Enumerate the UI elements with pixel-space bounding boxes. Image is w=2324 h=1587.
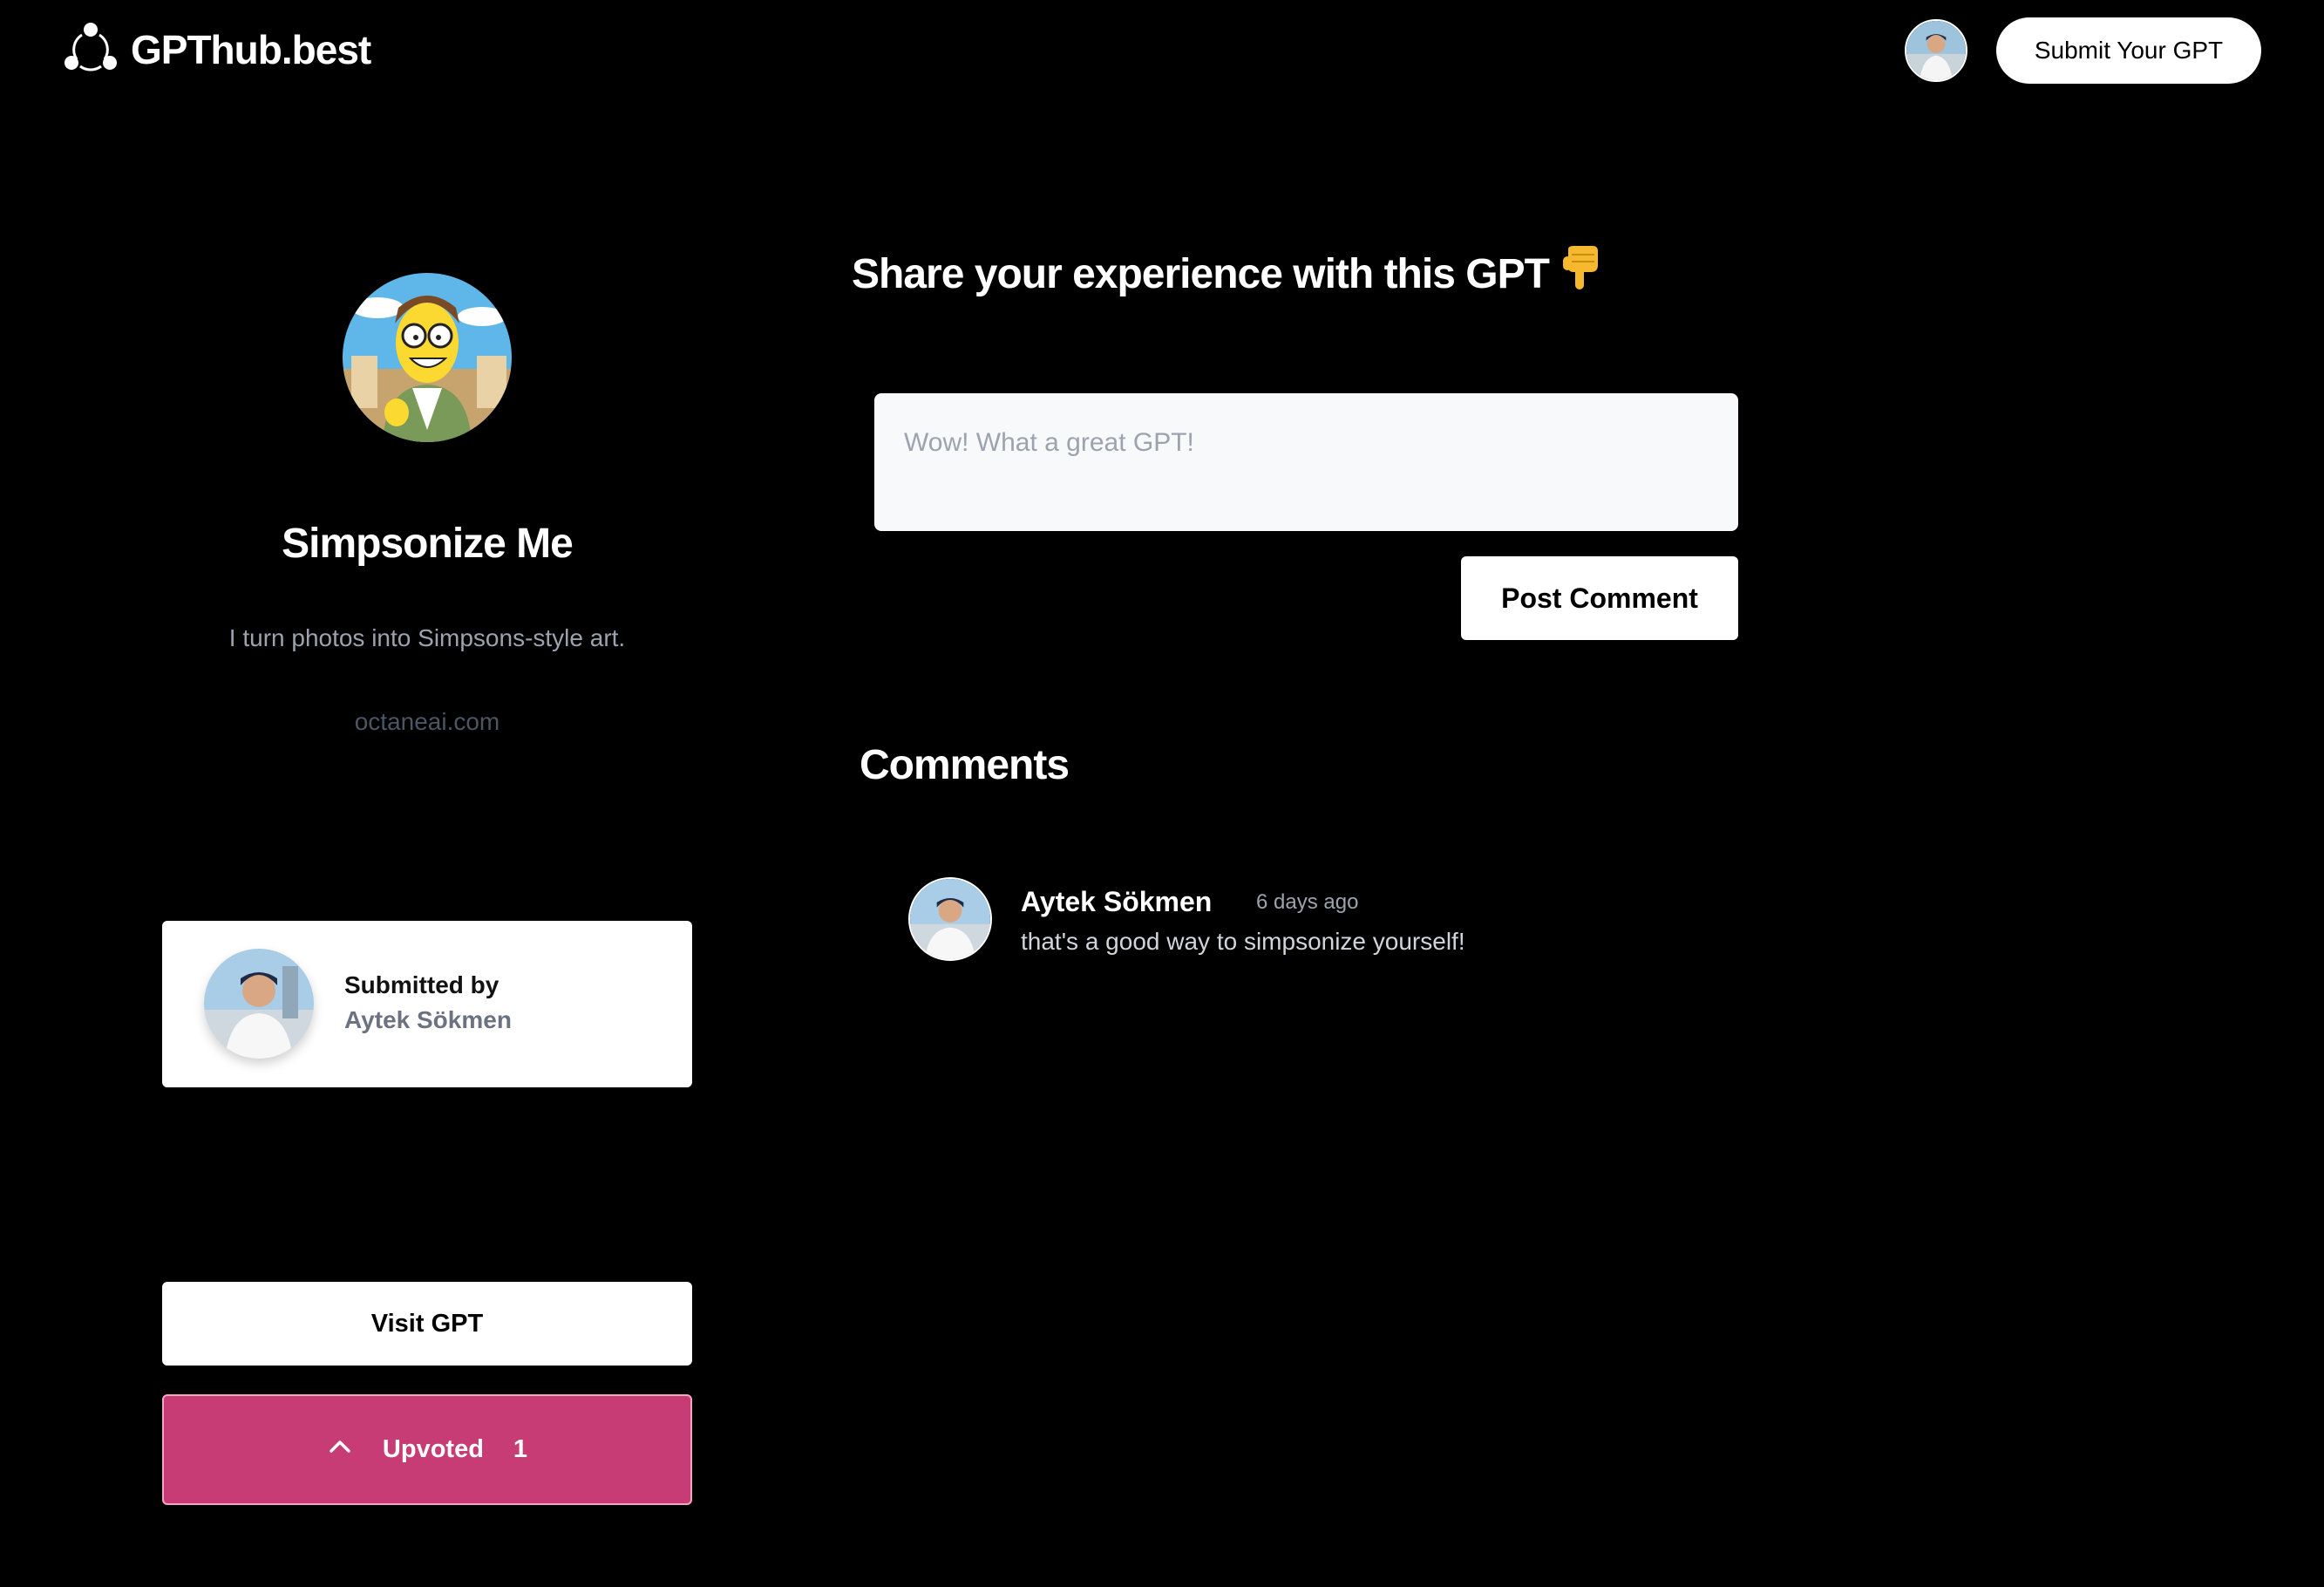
gpt-title: Simpsonize Me xyxy=(282,521,574,567)
comment-author-avatar[interactable] xyxy=(908,877,992,961)
visit-gpt-button[interactable]: Visit GPT xyxy=(162,1282,692,1366)
comment-timestamp: 6 days ago xyxy=(1256,890,1359,914)
comment-item: Aytek Sökmen 6 days ago that's a good wa… xyxy=(908,877,1693,964)
share-heading: Share your experience with this GPT xyxy=(852,246,1600,302)
upvote-count: 1 xyxy=(513,1435,528,1463)
gpt-avatar xyxy=(343,273,512,442)
submitter-name: Aytek Sökmen xyxy=(344,1006,512,1033)
upvote-button[interactable]: Upvoted 1 xyxy=(162,1394,692,1505)
gpt-website-link[interactable]: octaneai.com xyxy=(253,708,601,736)
logo-link[interactable]: GPThub.best xyxy=(63,19,371,79)
post-comment-button[interactable]: Post Comment xyxy=(1461,556,1738,640)
submit-gpt-button[interactable]: Submit Your GPT xyxy=(1996,17,2261,84)
comment-text: that's a good way to simpsonize yourself… xyxy=(1021,928,1465,955)
comment-input[interactable] xyxy=(874,393,1738,531)
submitted-by-card[interactable]: Submitted by Aytek Sökmen xyxy=(162,921,692,1087)
submitter-avatar xyxy=(204,949,314,1059)
pointing-down-hand-icon xyxy=(1561,246,1600,302)
submitted-by-label: Submitted by xyxy=(344,971,499,998)
share-nodes-icon xyxy=(63,19,119,79)
gpt-description: I turn photos into Simpsons-style art. xyxy=(228,624,626,651)
upvote-label: Upvoted xyxy=(382,1435,484,1463)
comments-heading: Comments xyxy=(860,742,1070,788)
chevron-up-icon xyxy=(327,1434,353,1467)
page: GPThub.best Submit Your GPT Simpsonize M… xyxy=(0,0,2324,1587)
user-avatar[interactable] xyxy=(1905,19,1967,82)
logo-text: GPThub.best xyxy=(131,26,371,72)
share-heading-text: Share your experience with this GPT xyxy=(852,250,1550,297)
comment-author[interactable]: Aytek Sökmen xyxy=(1021,886,1212,918)
